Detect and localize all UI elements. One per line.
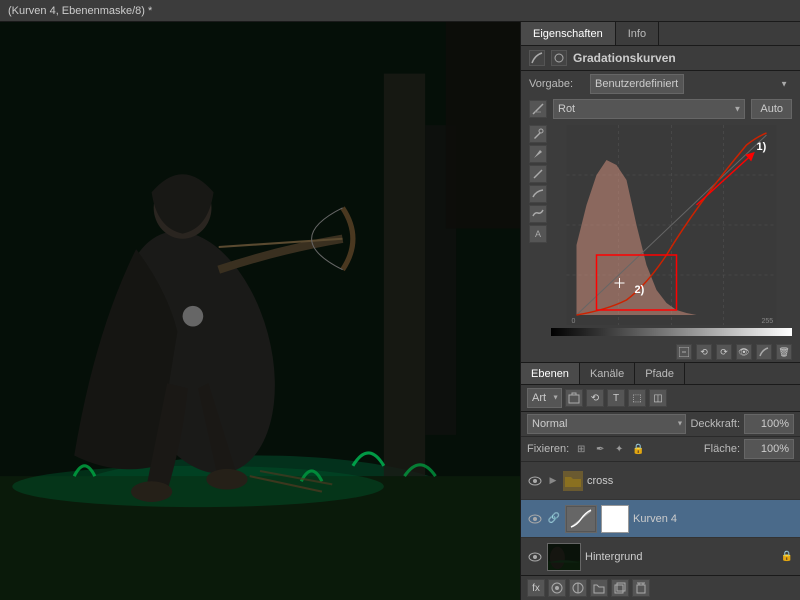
curves-bottom-icon-5[interactable] — [756, 344, 772, 360]
blend-select-wrapper: Normal — [527, 414, 686, 434]
canvas-image — [0, 22, 520, 600]
flaeche-input[interactable] — [744, 439, 794, 459]
layer-name-cross: cross — [587, 475, 794, 487]
layer-tool-icon-3[interactable]: T — [607, 389, 625, 407]
layers-toolbar: Art ⟲ T ⬚ ◫ — [521, 385, 800, 412]
curves-type-icon — [551, 50, 567, 66]
scene-svg — [0, 22, 520, 600]
tab-info[interactable]: Info — [616, 22, 659, 45]
tab-pfade[interactable]: Pfade — [635, 363, 685, 384]
vorgabe-label: Vorgabe: — [529, 78, 584, 90]
layer-lock-hintergrund: 🔒 — [780, 550, 794, 564]
layer-thumb-hintergrund — [547, 543, 581, 571]
layer-name-hintergrund: Hintergrund — [585, 551, 776, 563]
curves-tools: A — [529, 125, 547, 338]
fix-icon-brush[interactable]: ✒ — [592, 441, 608, 457]
layers-bottom-group[interactable] — [590, 579, 608, 597]
eyedropper-tool[interactable] — [529, 125, 547, 143]
layer-eye-hintergrund[interactable] — [527, 549, 543, 565]
curves-bottom-icon-1[interactable] — [676, 344, 692, 360]
vorgabe-row: Vorgabe: Benutzerdefiniert — [521, 71, 800, 97]
channel-icon[interactable] — [529, 100, 547, 118]
svg-text:255: 255 — [762, 318, 774, 325]
layer-folder-icon-cross — [563, 471, 583, 491]
layer-tool-icon-5[interactable]: ◫ — [649, 389, 667, 407]
flaeche-label: Fläche: — [704, 443, 740, 455]
art-select[interactable]: Art — [527, 388, 562, 408]
svg-text:1): 1) — [757, 141, 767, 153]
text-tool[interactable]: A — [529, 225, 547, 243]
curves-bottom: ⟲ ⟳ 👁 🗑 — [521, 342, 800, 363]
layer-tool-icon-4[interactable]: ⬚ — [628, 389, 646, 407]
smooth-tool[interactable] — [529, 205, 547, 223]
fix-row: Fixieren: ⊞ ✒ ✦ 🔒 Fläche: — [521, 437, 800, 462]
layer-tool-icon-2[interactable]: ⟲ — [586, 389, 604, 407]
curves-bottom-icon-4[interactable]: 👁 — [736, 344, 752, 360]
layers-bottom-adjustment[interactable] — [569, 579, 587, 597]
layers-tabs: Ebenen Kanäle Pfade — [521, 363, 800, 385]
curves-svg: 1) 2) 0 255 — [551, 125, 792, 325]
layer-mask-kurven4 — [601, 505, 629, 533]
layer-tool-icon-1[interactable] — [565, 389, 583, 407]
blend-row: Normal Deckkraft: — [521, 412, 800, 437]
title-text: (Kurven 4, Ebenenmaske/8) * — [8, 5, 152, 17]
vorgabe-select[interactable]: Benutzerdefiniert — [590, 74, 684, 94]
x-axis-gradient — [551, 328, 792, 336]
main-layout: Eigenschaften Info — [0, 22, 800, 600]
art-select-wrapper: Art — [527, 388, 562, 408]
curves-graph-container[interactable]: 1) 2) 0 255 — [551, 125, 792, 338]
curves-icon — [529, 50, 545, 66]
auto-button[interactable]: Auto — [751, 99, 792, 119]
layers-bottom-new[interactable] — [611, 579, 629, 597]
svg-text:2): 2) — [635, 284, 645, 296]
layer-item-hintergrund[interactable]: Hintergrund 🔒 — [521, 538, 800, 575]
layer-eye-kurven4[interactable] — [527, 511, 543, 527]
point-tool[interactable] — [529, 145, 547, 163]
layers-list: ▶ cross 🔗 — [521, 462, 800, 575]
svg-text:0: 0 — [572, 318, 576, 325]
channel-row: Rot Grün Blau RGB Auto — [521, 97, 800, 121]
right-panel: Eigenschaften Info — [520, 22, 800, 600]
layer-link-kurven4[interactable]: 🔗 — [547, 512, 561, 526]
title-bar: (Kurven 4, Ebenenmaske/8) * — [0, 0, 800, 22]
canvas-area — [0, 22, 520, 600]
opacity-label: Deckkraft: — [690, 418, 740, 430]
curves-bottom-icon-6[interactable]: 🗑 — [776, 344, 792, 360]
line-tool[interactable] — [529, 165, 547, 183]
fix-icons: ⊞ ✒ ✦ 🔒 — [573, 441, 700, 457]
layers-bottom-delete[interactable] — [632, 579, 650, 597]
fix-icon-pos[interactable]: ✦ — [611, 441, 627, 457]
vorgabe-select-wrapper: Benutzerdefiniert — [590, 74, 792, 94]
curves-panel: Gradationskurven Vorgabe: Benutzerdefini… — [521, 46, 800, 363]
fix-icon-move[interactable]: ⊞ — [573, 441, 589, 457]
layers-panel: Ebenen Kanäle Pfade Art — [521, 363, 800, 600]
tab-eigenschaften[interactable]: Eigenschaften — [521, 22, 616, 45]
curves-main: A — [521, 121, 800, 342]
channel-select-wrapper: Rot Grün Blau RGB — [553, 99, 745, 119]
opacity-input[interactable] — [744, 414, 794, 434]
layers-bottom: fx — [521, 575, 800, 600]
layer-item-cross[interactable]: ▶ cross — [521, 462, 800, 500]
layer-eye-cross[interactable] — [527, 473, 543, 489]
curves-bottom-icon-3[interactable]: ⟳ — [716, 344, 732, 360]
blend-mode-select[interactable]: Normal — [527, 414, 686, 434]
curves-header: Gradationskurven — [521, 46, 800, 71]
layer-thumb-kurven4 — [565, 505, 597, 533]
tab-kanaele[interactable]: Kanäle — [580, 363, 635, 384]
tab-ebenen[interactable]: Ebenen — [521, 363, 580, 384]
layers-bottom-mask[interactable] — [548, 579, 566, 597]
curves-bottom-icon-2[interactable]: ⟲ — [696, 344, 712, 360]
channel-select[interactable]: Rot Grün Blau RGB — [553, 99, 745, 119]
fix-icon-all[interactable]: 🔒 — [630, 441, 646, 457]
layers-bottom-fx[interactable]: fx — [527, 579, 545, 597]
layer-name-kurven4: Kurven 4 — [633, 513, 794, 525]
curves-title: Gradationskurven — [573, 51, 676, 65]
layer-item-kurven4[interactable]: 🔗 Kurven 4 — [521, 500, 800, 538]
curve-tool[interactable] — [529, 185, 547, 203]
layer-expand-cross[interactable]: ▶ — [547, 475, 559, 487]
panel-tabs: Eigenschaften Info — [521, 22, 800, 46]
fix-label: Fixieren: — [527, 443, 569, 455]
